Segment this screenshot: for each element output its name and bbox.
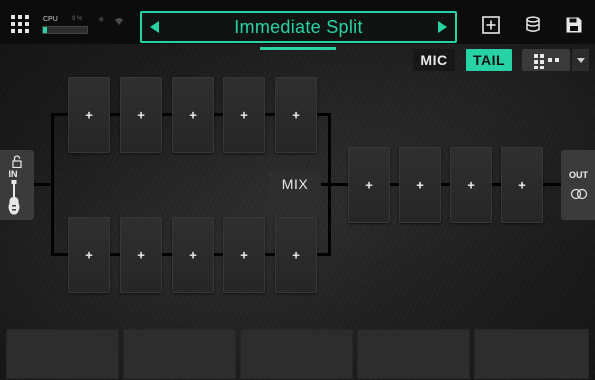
path-b-slot-3[interactable]: + (172, 217, 214, 293)
layout-grid-icon-part (534, 66, 538, 69)
path-a-slot-5[interactable]: + (275, 77, 317, 153)
add-block-icon: + (240, 247, 248, 263)
add-block-icon: + (416, 177, 424, 193)
bottom-panel-5[interactable] (474, 329, 589, 379)
path-b-slot-1[interactable]: + (68, 217, 110, 293)
add-block-icon: + (292, 107, 300, 123)
preset-tab-indicator (260, 47, 336, 50)
input-block[interactable]: IN (0, 150, 34, 220)
output-label: OUT (569, 170, 588, 180)
path-b-slot-2[interactable]: + (120, 217, 162, 293)
layout-grid-icon-part (540, 54, 544, 58)
layout-grid-icon-part (540, 60, 544, 64)
add-block-icon: + (240, 107, 248, 123)
post-slot-1[interactable]: + (348, 147, 390, 223)
path-a-slot-1[interactable]: + (68, 77, 110, 153)
cpu-label: CPU (43, 16, 58, 23)
split-wire-vertical (51, 113, 54, 256)
view-dropdown-toggle[interactable] (572, 49, 589, 71)
save-to-disk-icon[interactable] (523, 15, 543, 35)
post-slot-2[interactable]: + (399, 147, 441, 223)
path-a-slot-3[interactable]: + (172, 77, 214, 153)
layout-grid-icon-part (548, 58, 552, 62)
guitar-icon (8, 180, 20, 215)
add-block-icon: + (85, 107, 93, 123)
cpu-value: 9 % (72, 16, 83, 22)
add-block-icon: + (189, 107, 197, 123)
post-slot-4[interactable]: + (501, 147, 543, 223)
next-preset-icon[interactable] (438, 21, 447, 33)
path-b-slot-4[interactable]: + (223, 217, 265, 293)
layout-grid-icon (534, 54, 538, 58)
add-block-icon: + (518, 177, 526, 193)
preset-selector[interactable]: Immediate Split (140, 11, 457, 43)
bluetooth-icon: ✶ (97, 15, 106, 26)
add-block-icon: + (137, 247, 145, 263)
path-a-slot-2[interactable]: + (120, 77, 162, 153)
add-block-icon: + (189, 247, 197, 263)
grid-menu-icon[interactable] (11, 15, 29, 33)
mic-button[interactable]: MIC (413, 49, 455, 71)
cpu-meter (42, 26, 88, 34)
save-icon[interactable] (564, 15, 584, 35)
output-block[interactable]: OUT (561, 150, 595, 220)
add-block-icon: + (292, 247, 300, 263)
bottom-panel-2[interactable] (123, 329, 236, 379)
previous-preset-icon[interactable] (150, 21, 159, 33)
bottom-panel-1[interactable] (6, 329, 119, 379)
add-block-icon: + (137, 107, 145, 123)
mix-block[interactable]: MIX (269, 172, 321, 197)
tail-button[interactable]: TAIL (466, 49, 512, 71)
bottom-panel-3[interactable] (240, 329, 353, 379)
add-block-icon: + (365, 177, 373, 193)
pedal-editor-screen: CPU 9 % ✶ Immediate Split MIC TAIL + + +… (0, 0, 595, 380)
view-layout-button[interactable] (522, 49, 570, 71)
layout-grid-icon-part (534, 60, 538, 64)
wifi-icon (115, 18, 123, 25)
preset-name: Immediate Split (234, 17, 363, 37)
path-a-slot-4[interactable]: + (223, 77, 265, 153)
add-block-icon: + (85, 247, 93, 263)
post-slot-3[interactable]: + (450, 147, 492, 223)
layout-grid-icon-part (540, 66, 544, 69)
top-bar: CPU 9 % ✶ Immediate Split (0, 0, 595, 44)
add-block-icon: + (467, 177, 475, 193)
lock-icon (12, 155, 22, 168)
layout-grid-icon-part (555, 58, 559, 62)
path-b-slot-5[interactable]: + (275, 217, 317, 293)
input-label: IN (8, 169, 18, 179)
add-block-icon[interactable] (481, 15, 501, 35)
output-rings-icon (570, 188, 588, 200)
bottom-panel-4[interactable] (357, 329, 470, 379)
cpu-meter-fill (43, 27, 47, 33)
